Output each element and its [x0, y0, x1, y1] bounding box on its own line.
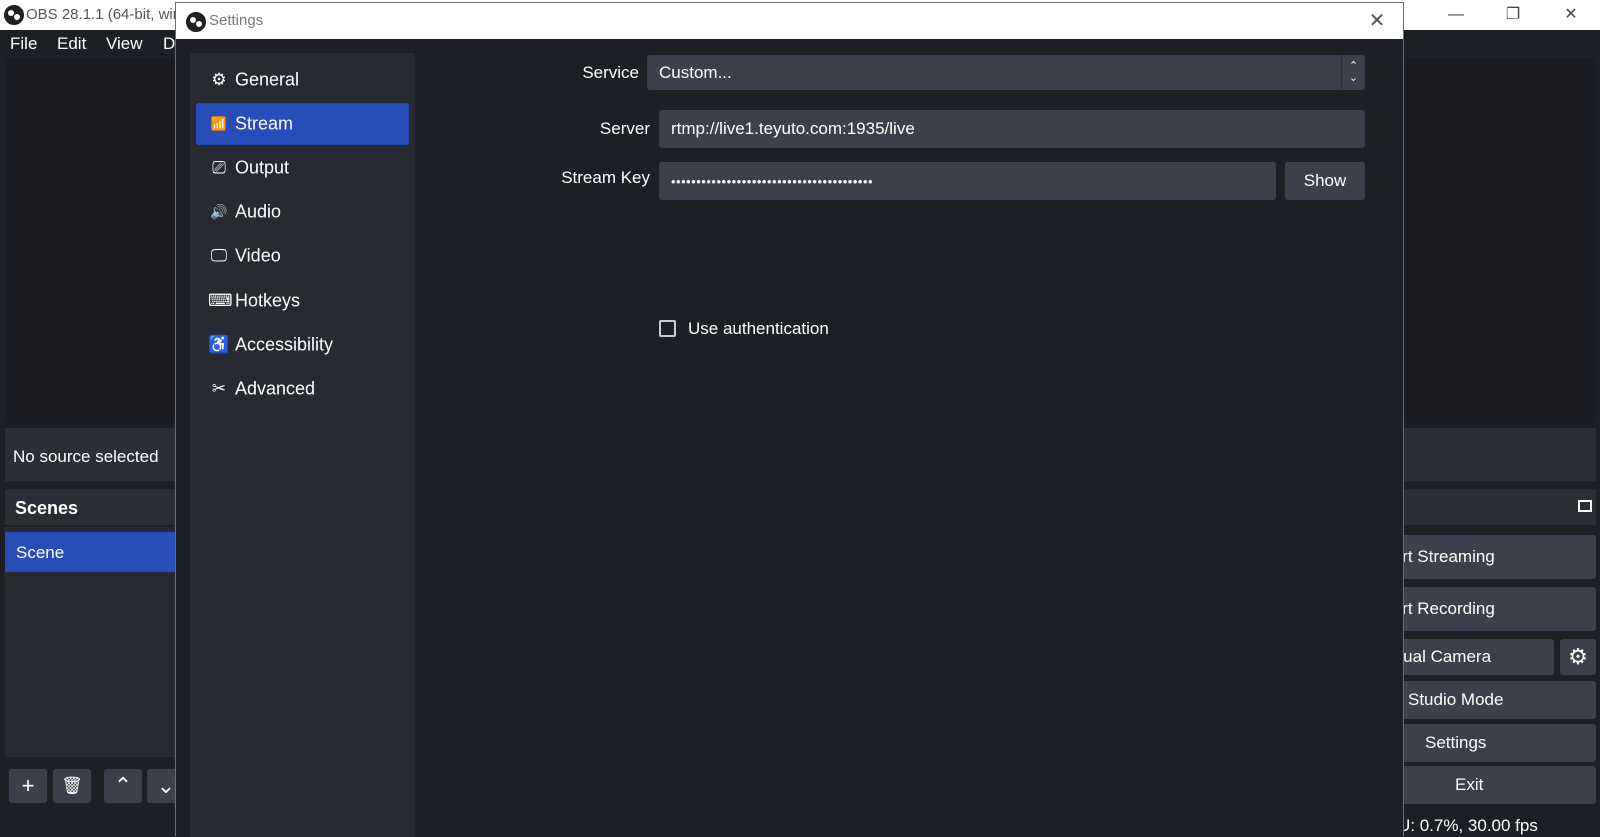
studio-mode-label: Studio Mode — [1408, 690, 1504, 709]
chevron-down-icon: ⌄ — [156, 773, 176, 798]
sidebar-item-accessibility[interactable]: ♿ Accessibility — [196, 324, 409, 366]
menu-file[interactable]: File — [10, 34, 37, 54]
antenna-icon: 📶 — [210, 116, 228, 131]
up-down-arrows-icon: ⌃ ⌄ — [1341, 55, 1365, 90]
sidebar-item-advanced[interactable]: ✂ Advanced — [196, 368, 409, 410]
show-stream-key-button[interactable]: Show — [1285, 162, 1365, 200]
add-scene-button[interactable]: + — [9, 769, 47, 803]
stream-key-input[interactable] — [659, 162, 1276, 200]
settings-dialog: Settings ✕ ⚙ General 📶 Stream ⎚ Output 🔊… — [175, 2, 1404, 837]
output-icon: ⎚ — [212, 158, 226, 177]
maximize-button[interactable]: ❐ — [1490, 2, 1536, 28]
use-authentication-checkbox[interactable] — [659, 320, 676, 337]
undock-icon[interactable] — [1578, 500, 1592, 512]
start-virtual-camera-button[interactable]: irtual Camera — [1389, 639, 1554, 675]
settings-button[interactable]: Settings — [1390, 724, 1596, 762]
virtual-camera-settings-button[interactable]: ⚙ — [1560, 639, 1596, 675]
sidebar-item-video[interactable]: 🖵 Video — [196, 235, 409, 277]
stream-key-label: Stream Key — [561, 168, 650, 187]
accessibility-icon: ♿ — [208, 335, 230, 354]
menu-view[interactable]: View — [106, 34, 143, 54]
sidebar-item-label: Video — [235, 245, 281, 266]
sidebar-item-general[interactable]: ⚙ General — [196, 59, 409, 101]
gear-icon: ⚙ — [1568, 644, 1588, 669]
obs-logo-icon — [4, 5, 24, 25]
sidebar-item-label: Output — [235, 157, 290, 178]
service-label: Service — [582, 63, 639, 82]
sidebar-item-label: General — [235, 69, 300, 90]
sidebar-item-stream[interactable]: 📶 Stream — [196, 103, 409, 145]
start-recording-label: tart Recording — [1388, 599, 1495, 618]
sidebar-item-label: Audio — [235, 201, 282, 222]
speaker-icon: 🔊 — [210, 203, 228, 220]
minimize-button[interactable]: — — [1433, 2, 1479, 28]
start-streaming-button[interactable]: tart Streaming — [1388, 535, 1596, 579]
gear-icon: ⚙ — [211, 70, 227, 89]
service-select[interactable]: Custom... ⌃ ⌄ — [647, 55, 1365, 90]
settings-titlebar: Settings ✕ — [176, 3, 1403, 39]
sidebar-item-label: Advanced — [235, 378, 316, 399]
use-authentication-label[interactable]: Use authentication — [688, 319, 829, 339]
settings-close-button[interactable]: ✕ — [1363, 7, 1391, 35]
scenes-title: Scenes — [15, 498, 79, 518]
move-scene-up-button[interactable]: ⌃ — [104, 769, 142, 803]
controls-dock-header — [1390, 489, 1596, 525]
service-value: Custom... — [659, 63, 732, 82]
sidebar-item-label: Stream — [235, 113, 294, 134]
menu-edit[interactable]: Edit — [57, 34, 86, 54]
status-bar-text: U: 0.7%, 30.00 fps — [1398, 816, 1538, 835]
menu-docks[interactable]: D — [163, 34, 175, 54]
plus-icon: + — [21, 773, 35, 798]
start-recording-button[interactable]: tart Recording — [1388, 587, 1596, 631]
sidebar-item-hotkeys[interactable]: ⌨ Hotkeys — [196, 280, 409, 322]
sidebar-item-label: Hotkeys — [235, 290, 301, 311]
server-input[interactable] — [659, 110, 1365, 148]
settings-label: Settings — [1425, 733, 1487, 752]
trash-icon: 🗑 — [61, 776, 83, 795]
close-button[interactable]: ✕ — [1548, 2, 1594, 28]
close-icon: ✕ — [1368, 10, 1386, 32]
sidebar-item-output[interactable]: ⎚ Output — [196, 147, 409, 189]
sidebar-item-label: Accessibility — [235, 334, 334, 355]
obs-logo-icon — [186, 12, 206, 32]
no-source-label: No source selected — [13, 447, 159, 466]
exit-button[interactable]: Exit — [1390, 766, 1596, 804]
studio-mode-button[interactable]: Studio Mode — [1390, 681, 1596, 719]
sidebar-item-audio[interactable]: 🔊 Audio — [196, 191, 409, 233]
virtual-camera-label: irtual Camera — [1389, 647, 1492, 666]
server-label: Server — [599, 119, 650, 138]
settings-title: Settings — [209, 12, 264, 29]
remove-scene-button[interactable]: 🗑 — [53, 769, 91, 803]
scene-label: Scene — [16, 543, 65, 562]
main-window-title: OBS 28.1.1 (64-bit, win — [26, 6, 182, 23]
start-streaming-label: tart Streaming — [1388, 547, 1495, 566]
monitor-icon: 🖵 — [210, 246, 228, 265]
tools-icon: ✂ — [211, 379, 227, 398]
keyboard-icon: ⌨ — [208, 291, 233, 310]
exit-label: Exit — [1455, 775, 1484, 794]
chevron-up-icon: ⌃ — [113, 773, 133, 798]
